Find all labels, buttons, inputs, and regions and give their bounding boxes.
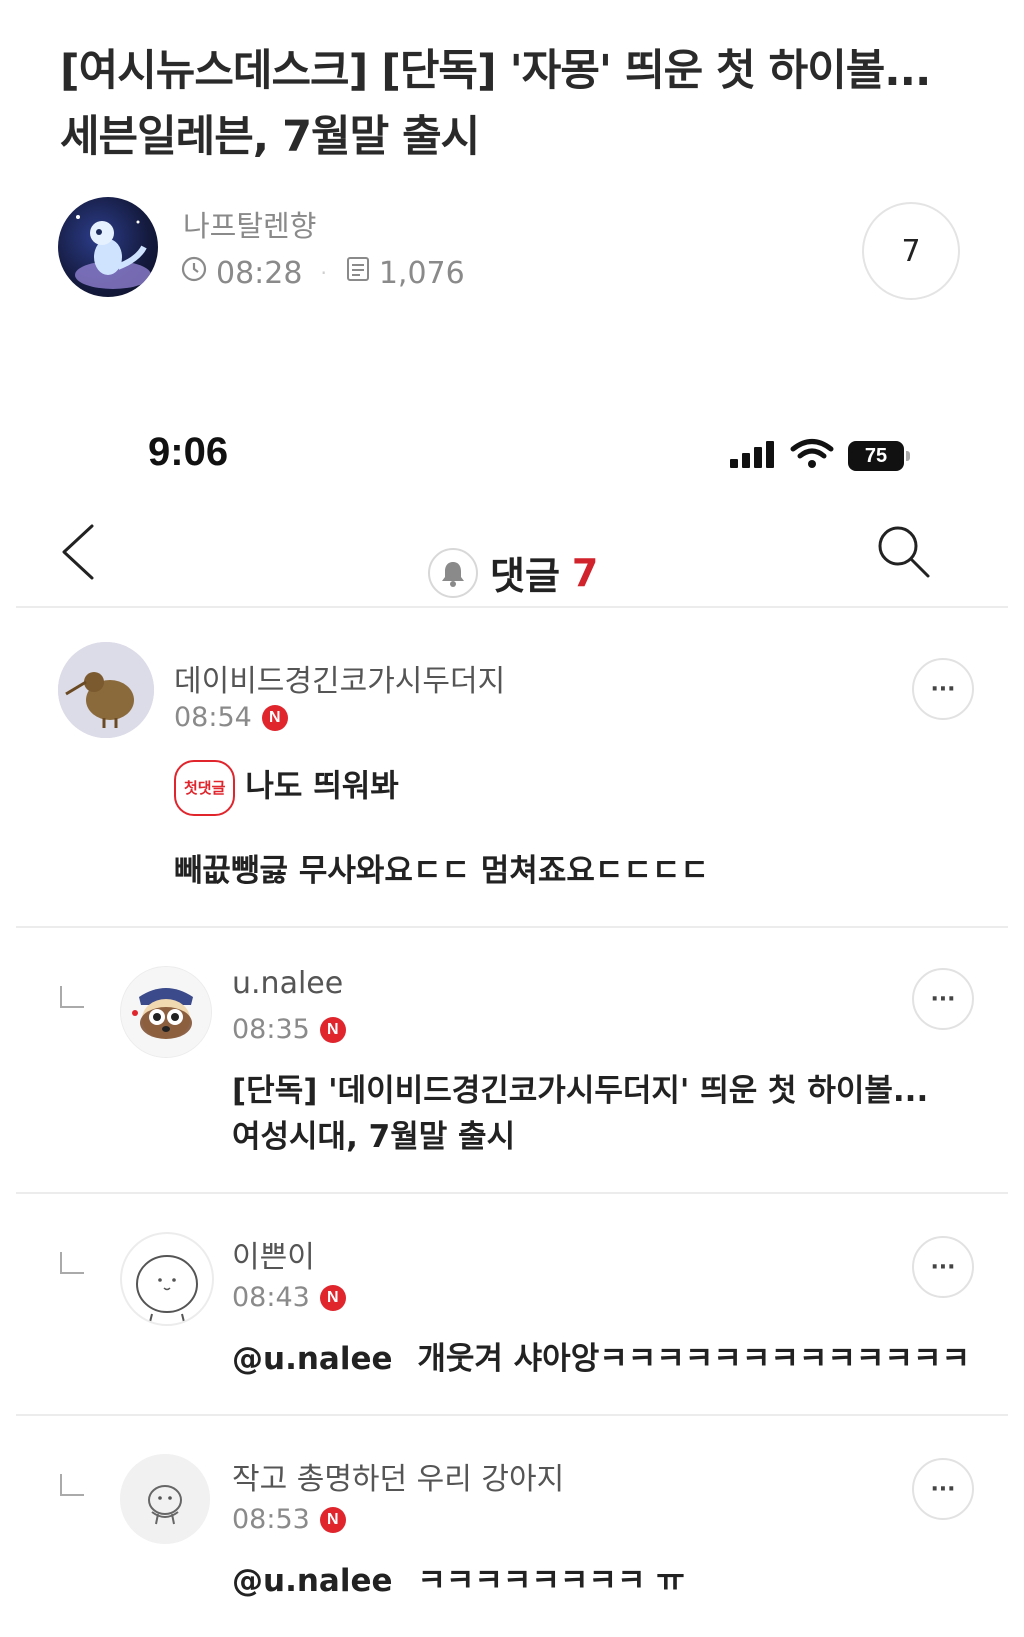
status-icons: 75 — [728, 438, 910, 474]
battery-icon: 75 — [848, 441, 910, 471]
comment-text: @u.nalee ㅋㅋㅋㅋㅋㅋㅋㅋ ㅠ — [232, 1558, 685, 1604]
more-options-button[interactable]: ··· — [912, 968, 974, 1030]
nav-title-label: 댓글 — [490, 554, 560, 598]
more-options-button[interactable]: ··· — [912, 658, 974, 720]
avatar[interactable] — [120, 1454, 210, 1544]
comment-text: @u.nalee 개웃겨 샤아앙ㅋㅋㅋㅋㅋㅋㅋㅋㅋㅋㅋㅋㅋ — [232, 1336, 970, 1382]
comment-text: 첫댓글 나도 띄워봐 — [174, 760, 399, 816]
author-avatar[interactable] — [58, 197, 158, 297]
post-title: [여시뉴스데스크] [단독] '자몽' 띄운 첫 하이볼... 세븐일레븐, 7… — [60, 38, 960, 170]
post-views: 1,076 — [378, 255, 465, 291]
comment-time: 08:35 N — [232, 1014, 346, 1045]
reply-indent-icon — [60, 1252, 84, 1274]
comment-divider — [16, 1414, 1008, 1416]
notification-toggle[interactable] — [428, 547, 478, 598]
reply-indent-icon — [60, 1474, 84, 1496]
comment-line-2: 빼끖뺑긇 무사와요ㄷㄷ 멈쳐죠요ㄷㄷㄷㄷ — [174, 853, 709, 889]
comment-time: 08:54 N — [174, 702, 288, 733]
post-author[interactable]: 나프탈렌향 — [183, 203, 316, 245]
comment-username[interactable]: 이쁜이 — [232, 1232, 315, 1276]
new-badge-icon: N — [261, 704, 288, 731]
new-badge-icon: N — [319, 1506, 346, 1533]
more-options-button[interactable]: ··· — [912, 1458, 974, 1520]
mention-link[interactable]: @u.nalee — [232, 1563, 393, 1599]
comment-time: 08:43 N — [232, 1282, 346, 1313]
status-time: 9:06 — [148, 430, 229, 474]
comment-time-text: 08:35 — [232, 1014, 310, 1045]
first-comment-badge: 첫댓글 — [174, 760, 236, 816]
search-icon — [878, 526, 930, 578]
post-meta: 08:28 · 1,076 — [180, 255, 465, 291]
avatar[interactable] — [120, 966, 212, 1058]
comment-line-2: 여성시대, 7월말 출시 — [232, 1119, 516, 1155]
post-title-line-2: 세븐일레븐, 7월말 출시 — [60, 112, 480, 162]
post-title-line-1: [여시뉴스데스크] [단독] '자몽' 띄운 첫 하이볼... — [60, 46, 931, 96]
comment-username[interactable]: 데이비드경긴코가시두더지 — [174, 656, 505, 700]
comment-time-text: 08:53 — [232, 1504, 310, 1535]
nav-title: 댓글 7 — [428, 545, 598, 600]
comment-time-text: 08:54 — [174, 702, 252, 733]
comment-username[interactable]: 작고 총명하던 우리 강아지 — [232, 1454, 564, 1498]
comment-line-1: [단독] '데이비드경긴코가시두더지' 띄운 첫 하이볼... — [232, 1073, 929, 1109]
new-badge-icon: N — [319, 1016, 346, 1043]
more-options-button[interactable]: ··· — [912, 1236, 974, 1298]
meta-separator: · — [320, 261, 327, 285]
comment-divider — [16, 926, 1008, 928]
signal-icon — [728, 439, 776, 473]
back-button[interactable] — [58, 522, 98, 586]
avatar[interactable] — [58, 642, 154, 738]
nav-comment-count: 7 — [571, 550, 599, 595]
search-button[interactable] — [874, 522, 934, 586]
wifi-icon — [790, 438, 834, 474]
comment-time: 08:53 N — [232, 1504, 346, 1535]
clock-icon — [180, 255, 208, 291]
reply-indent-icon — [60, 986, 84, 1008]
avatar[interactable] — [120, 1232, 214, 1326]
chevron-left-icon — [62, 524, 94, 580]
bell-icon — [442, 561, 464, 587]
comment-body: 개웃겨 샤아앙ㅋㅋㅋㅋㅋㅋㅋㅋㅋㅋㅋㅋㅋ — [417, 1341, 970, 1377]
mention-link[interactable]: @u.nalee — [232, 1341, 393, 1377]
comment-line-1: 나도 띄워봐 — [245, 768, 399, 805]
views-icon — [345, 255, 371, 291]
comment-divider — [16, 1192, 1008, 1194]
comment-body: ㅋㅋㅋㅋㅋㅋㅋㅋ ㅠ — [417, 1563, 685, 1599]
nav-divider — [16, 606, 1008, 608]
new-badge-icon: N — [319, 1284, 346, 1311]
comment-username[interactable]: u.nalee — [232, 966, 343, 1001]
post-time: 08:28 — [216, 255, 303, 291]
comment-time-text: 08:43 — [232, 1282, 310, 1313]
comment-count-button[interactable]: 7 — [862, 202, 960, 300]
